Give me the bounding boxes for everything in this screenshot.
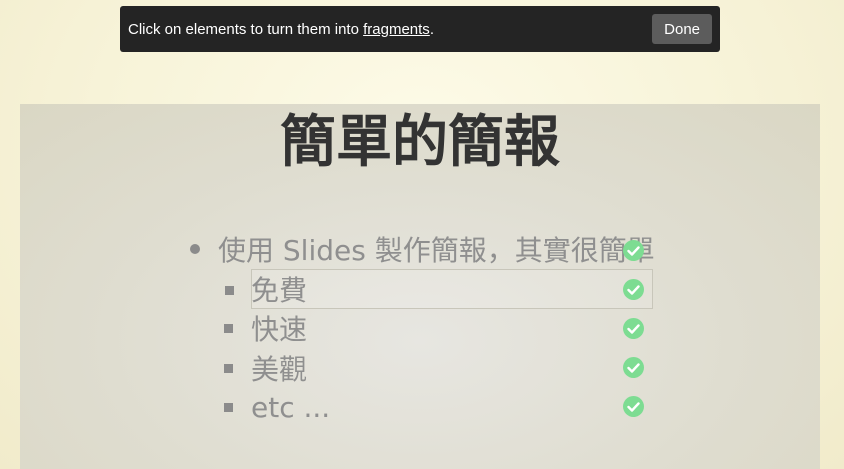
fragment-toolbar: Click on elements to turn them into frag… xyxy=(120,6,720,52)
bullet-dot-icon xyxy=(190,244,200,254)
slide-title[interactable]: 簡單的簡報 xyxy=(20,112,820,174)
toolbar-instruction-prefix: Click on elements to turn them into xyxy=(128,20,364,38)
square-bullet-icon xyxy=(224,323,233,333)
fragments-link[interactable]: fragments xyxy=(363,21,430,38)
sub-item-etc[interactable]: etc ... xyxy=(224,388,648,426)
sub-item-free[interactable]: 免費 xyxy=(251,269,653,309)
toolbar-instruction: Click on elements to turn them into frag… xyxy=(128,22,434,37)
bullet-text: 使用 Slides 製作簡報，其實很簡單 xyxy=(218,234,655,267)
sub-item-text: 快速 xyxy=(251,313,308,346)
sub-item-text: 美觀 xyxy=(251,353,308,386)
fragment-check-icon[interactable] xyxy=(623,279,644,300)
sub-item-beautiful[interactable]: 美觀 xyxy=(224,349,648,387)
square-bullet-icon xyxy=(224,402,233,412)
bullet-item[interactable]: 使用 Slides 製作簡報，其實很簡單 xyxy=(190,232,655,267)
sub-item-text: 免費 xyxy=(251,274,308,307)
fragment-check-icon[interactable] xyxy=(623,240,644,261)
fragment-check-icon[interactable] xyxy=(623,396,644,417)
sub-item-text: etc ... xyxy=(251,390,331,424)
done-button[interactable]: Done xyxy=(652,14,712,44)
sub-item-fast[interactable]: 快速 xyxy=(224,309,648,347)
fragment-check-icon[interactable] xyxy=(623,318,644,339)
square-bullet-icon xyxy=(225,286,234,295)
fragment-check-icon[interactable] xyxy=(623,357,644,378)
slide-canvas: 簡單的簡報 使用 Slides 製作簡報，其實很簡單 免費 快速 美觀 etc … xyxy=(20,104,820,469)
square-bullet-icon xyxy=(224,363,233,373)
toolbar-instruction-suffix: . xyxy=(429,20,434,38)
